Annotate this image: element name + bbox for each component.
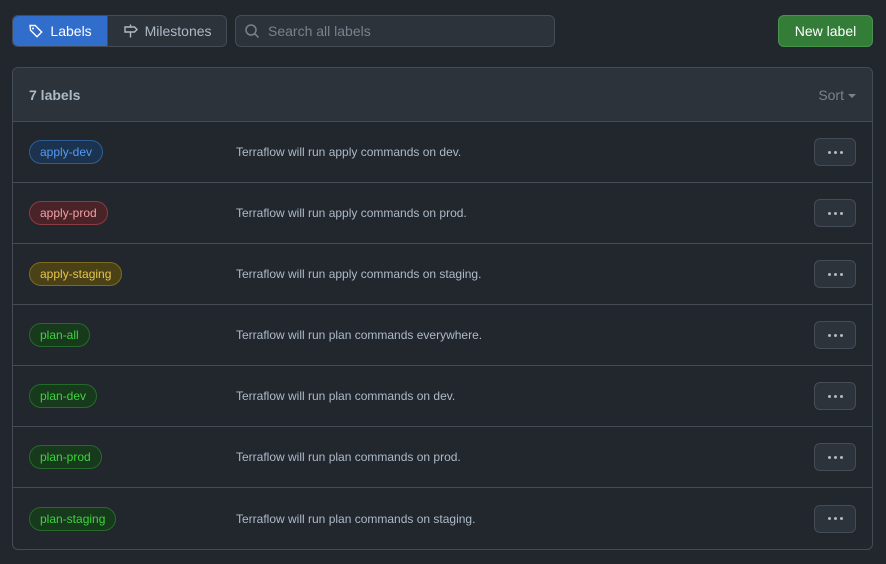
sort-label: Sort: [818, 86, 844, 103]
milestone-icon: [123, 24, 138, 38]
dot: [827, 272, 831, 276]
tag-icon: [29, 24, 44, 38]
dot: [827, 211, 831, 215]
tab-labels-label: Labels: [50, 23, 92, 39]
kebab-horizontal-icon: [827, 150, 843, 154]
label-pill[interactable]: plan-staging: [29, 506, 117, 531]
tab-milestones-label: Milestones: [144, 23, 212, 39]
label-row: plan-all Terraflow will run plan commands…: [13, 305, 872, 366]
new-label-button[interactable]: New label: [778, 15, 873, 47]
dot: [833, 455, 837, 459]
label-actions-button[interactable]: [814, 504, 856, 533]
label-actions-button[interactable]: [814, 321, 856, 349]
dot: [833, 272, 837, 276]
caret-down-icon: [848, 93, 856, 98]
dot: [833, 150, 837, 154]
label-pill[interactable]: plan-dev: [29, 384, 98, 408]
label-row: apply-prod Terraflow will run apply comma…: [13, 183, 872, 244]
label-pill[interactable]: apply-prod: [29, 201, 108, 225]
dot: [839, 333, 843, 337]
kebab-horizontal-icon: [827, 211, 843, 215]
label-row: plan-prod Terraflow will run plan command…: [13, 427, 872, 488]
label-actions-button[interactable]: [814, 199, 856, 227]
labels-milestones-tabs: Labels Milestones: [12, 15, 227, 47]
dot: [833, 517, 837, 520]
label-description: Terraflow will run apply commands on dev…: [236, 145, 462, 159]
search-icon: [245, 24, 260, 39]
dot: [839, 394, 843, 398]
dot: [827, 455, 831, 459]
labels-count: 7 labels: [29, 86, 81, 103]
dot: [833, 333, 837, 337]
label-description: Terraflow will run plan commands on prod…: [236, 450, 461, 464]
label-description: Terraflow will run apply commands on pro…: [236, 206, 467, 220]
dot: [839, 517, 843, 520]
search-field[interactable]: [235, 15, 555, 47]
kebab-horizontal-icon: [827, 272, 843, 276]
label-description: Terraflow will run plan commands on dev.: [236, 389, 456, 403]
label-pill[interactable]: apply-dev: [29, 140, 104, 164]
label-pill[interactable]: plan-all: [29, 323, 90, 347]
tab-labels[interactable]: Labels: [13, 16, 108, 46]
dot: [827, 333, 831, 337]
label-row: apply-staging Terraflow will run apply co…: [13, 244, 872, 305]
kebab-horizontal-icon: [827, 394, 843, 398]
kebab-horizontal-icon: [827, 517, 843, 520]
label-actions-button[interactable]: [814, 260, 856, 288]
search-input[interactable]: [268, 23, 548, 39]
dot: [827, 517, 831, 520]
label-row: plan-dev Terraflow will run plan commands…: [13, 366, 872, 427]
label-description: Terraflow will run apply commands on sta…: [236, 267, 482, 281]
label-description: Terraflow will run plan commands on stag…: [236, 511, 476, 526]
dot: [839, 150, 843, 154]
label-pill[interactable]: plan-prod: [29, 445, 102, 469]
dot: [827, 150, 831, 154]
kebab-horizontal-icon: [827, 455, 843, 459]
label-actions-button[interactable]: [814, 443, 856, 471]
label-actions-button[interactable]: [814, 382, 856, 410]
label-row: apply-dev Terraflow will run apply comman…: [13, 122, 872, 183]
labels-list: 7 labels Sort apply-dev Terraflow will ru…: [12, 67, 873, 550]
label-row: plan-staging Terraflow will run plan comm…: [13, 488, 872, 549]
dot: [827, 394, 831, 398]
dot: [839, 211, 843, 215]
tab-milestones[interactable]: Milestones: [107, 16, 226, 46]
kebab-horizontal-icon: [827, 333, 843, 337]
label-description: Terraflow will run plan commands everywh…: [236, 328, 483, 342]
dot: [839, 455, 843, 459]
dot: [839, 272, 843, 276]
sort-dropdown[interactable]: Sort: [818, 87, 856, 103]
toolbar: Labels Milestones New label: [12, 15, 873, 47]
label-pill[interactable]: apply-staging: [29, 262, 123, 286]
labels-list-header: 7 labels Sort: [13, 68, 872, 122]
dot: [833, 394, 837, 398]
dot: [833, 211, 837, 215]
label-actions-button[interactable]: [814, 138, 856, 166]
